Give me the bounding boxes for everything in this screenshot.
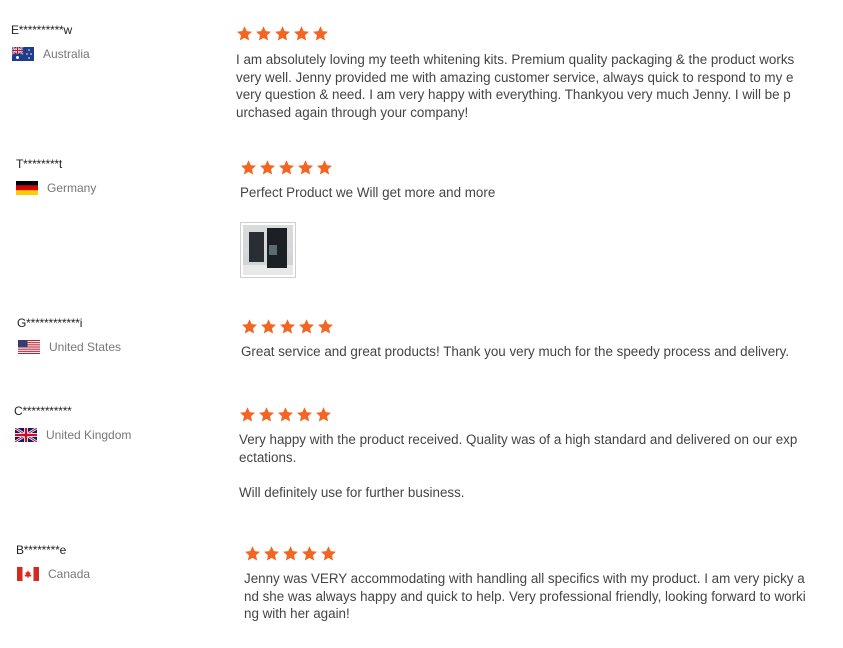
reviewer-name: B********e — [16, 543, 67, 557]
review-text: I am absolutely loving my teeth whitenin… — [236, 51, 796, 122]
flag-us-icon — [18, 340, 40, 354]
review-paragraph: Great service and great products! Thank … — [241, 344, 790, 359]
star-icon — [264, 546, 279, 561]
country-label: United Kingdom — [46, 428, 132, 442]
review-paragraph: Very happy with the product received. Qu… — [239, 432, 798, 465]
reviewer-country: Germany — [16, 181, 96, 195]
country-label: Germany — [47, 181, 97, 195]
star-icon — [240, 407, 255, 422]
star-icon — [245, 546, 260, 561]
flag-de-icon — [16, 181, 38, 195]
star-icon — [242, 319, 257, 334]
star-icon — [260, 160, 275, 175]
star-icon — [275, 26, 290, 41]
star-rating — [244, 545, 337, 562]
review-paragraph: Perfect Product we Will get more and mor… — [240, 185, 496, 200]
star-rating — [240, 159, 333, 176]
star-rating — [239, 406, 332, 423]
reviewer-name: C*********** — [14, 404, 72, 418]
star-icon — [298, 160, 313, 175]
review-image-thumbnail[interactable] — [240, 222, 296, 278]
product-photo — [243, 225, 293, 275]
review-text: Perfect Product we Will get more and mor… — [240, 184, 800, 202]
star-icon — [261, 319, 276, 334]
reviewer-name: G************i — [17, 316, 83, 330]
reviewer-country: Canada — [17, 567, 90, 581]
reviewer-country: Australia — [12, 47, 90, 61]
review-text: Jenny was VERY accommodating with handli… — [244, 570, 806, 623]
star-icon — [317, 160, 332, 175]
star-icon — [241, 160, 256, 175]
reviewer-country: United States — [18, 340, 121, 354]
star-rating — [241, 318, 334, 335]
reviewer-country: United Kingdom — [15, 428, 131, 442]
review-paragraph: Jenny was VERY accommodating with handli… — [244, 571, 806, 622]
review-text: Very happy with the product received. Qu… — [239, 431, 799, 502]
star-icon — [280, 319, 295, 334]
review-paragraph: Will definitely use for further business… — [239, 485, 465, 501]
star-icon — [283, 546, 298, 561]
flag-ca-icon — [17, 567, 39, 581]
review-text: Great service and great products! Thank … — [241, 343, 821, 361]
star-icon — [302, 546, 317, 561]
reviewer-name: E**********w — [11, 23, 72, 37]
star-icon — [318, 319, 333, 334]
star-icon — [279, 160, 294, 175]
reviewer-name: T********t — [16, 157, 63, 171]
star-rating — [236, 25, 329, 42]
flag-au-icon — [12, 47, 34, 61]
flag-gb-icon — [15, 428, 37, 442]
star-icon — [321, 546, 336, 561]
country-label: Australia — [43, 47, 90, 61]
star-icon — [316, 407, 331, 422]
star-icon — [313, 26, 328, 41]
country-label: Canada — [48, 567, 91, 581]
star-icon — [294, 26, 309, 41]
star-icon — [297, 407, 312, 422]
country-label: United States — [49, 340, 122, 354]
star-icon — [256, 26, 271, 41]
star-icon — [299, 319, 314, 334]
star-icon — [259, 407, 274, 422]
star-icon — [237, 26, 252, 41]
review-paragraph: I am absolutely loving my teeth whitenin… — [236, 52, 795, 121]
star-icon — [278, 407, 293, 422]
